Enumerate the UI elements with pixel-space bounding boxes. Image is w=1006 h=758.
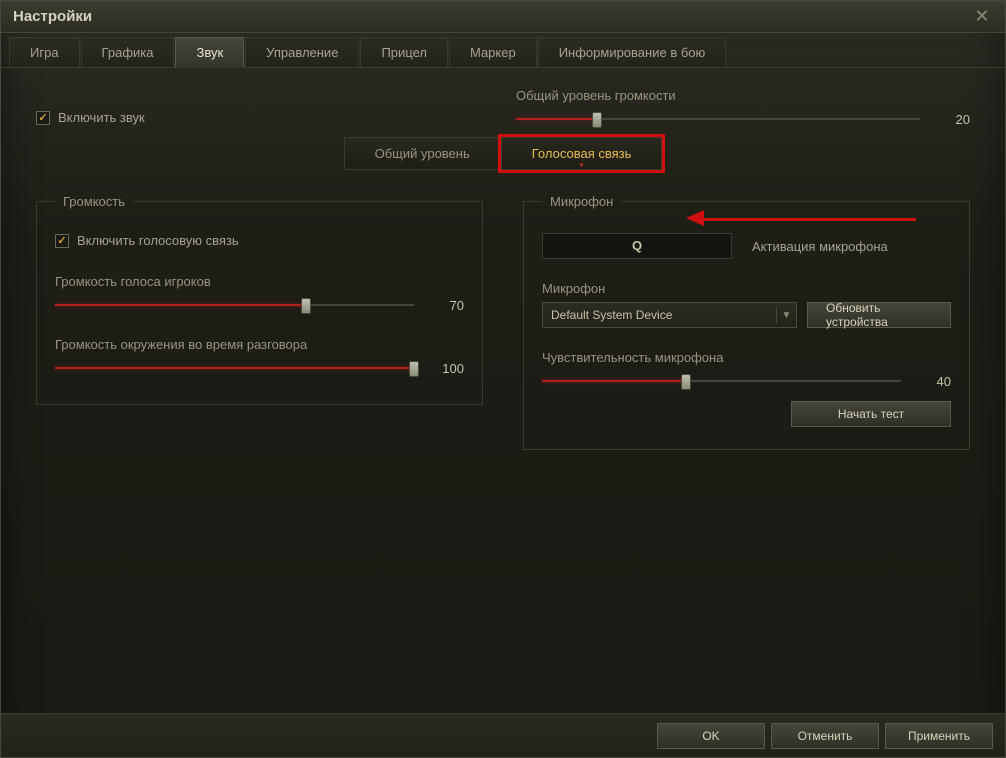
footer: OK Отменить Применить xyxy=(1,713,1005,757)
subtabs: Общий уровень Голосовая связь xyxy=(36,137,970,170)
tab-game[interactable]: Игра xyxy=(9,37,80,67)
cancel-button[interactable]: Отменить xyxy=(771,723,879,749)
mic-sensitivity-value: 40 xyxy=(901,374,951,389)
ok-button[interactable]: OK xyxy=(657,723,765,749)
volume-legend: Громкость xyxy=(55,194,133,209)
players-volume-value: 70 xyxy=(414,298,464,313)
close-icon[interactable]: ✕ xyxy=(971,6,993,28)
master-volume-label: Общий уровень громкости xyxy=(516,88,970,103)
mic-device-label: Микрофон xyxy=(542,281,951,296)
ambient-volume-slider[interactable] xyxy=(55,360,414,376)
start-test-button[interactable]: Начать тест xyxy=(791,401,951,427)
tab-controls[interactable]: Управление xyxy=(245,37,359,67)
mic-device-select[interactable]: Default System Device ▼ xyxy=(542,302,797,328)
master-volume-slider[interactable] xyxy=(516,111,920,127)
mic-sensitivity-label: Чувствительность микрофона xyxy=(542,350,951,365)
enable-voice-label: Включить голосовую связь xyxy=(77,233,239,248)
subtab-voice[interactable]: Голосовая связь xyxy=(501,137,663,170)
tab-battle-info[interactable]: Информирование в бою xyxy=(538,37,727,67)
mic-device-selected: Default System Device xyxy=(551,308,672,322)
mic-sensitivity-slider[interactable] xyxy=(542,373,901,389)
ambient-volume-label: Громкость окружения во время разговора xyxy=(55,337,464,352)
volume-fieldset: Громкость Включить голосовую связь Громк… xyxy=(36,194,483,405)
microphone-fieldset: Микрофон Q Активация микрофона Микрофон … xyxy=(523,194,970,450)
tab-graphics[interactable]: Графика xyxy=(81,37,175,67)
microphone-legend: Микрофон xyxy=(542,194,621,209)
tab-sound[interactable]: Звук xyxy=(175,37,244,68)
enable-sound-checkbox[interactable] xyxy=(36,111,50,125)
subtab-general[interactable]: Общий уровень xyxy=(344,137,501,170)
apply-button[interactable]: Применить xyxy=(885,723,993,749)
content-area: Включить звук Общий уровень громкости 20 xyxy=(1,68,1005,714)
enable-sound-label: Включить звук xyxy=(58,110,145,125)
ambient-volume-value: 100 xyxy=(414,361,464,376)
mic-activation-key[interactable]: Q xyxy=(542,233,732,259)
players-volume-slider[interactable] xyxy=(55,297,414,313)
tab-reticle[interactable]: Прицел xyxy=(360,37,448,67)
settings-window: Настройки ✕ Игра Графика Звук Управление… xyxy=(0,0,1006,758)
master-volume-value: 20 xyxy=(920,112,970,127)
refresh-devices-button[interactable]: Обновить устройства xyxy=(807,302,951,328)
tab-marker[interactable]: Маркер xyxy=(449,37,537,67)
titlebar: Настройки ✕ xyxy=(1,1,1005,33)
players-volume-label: Громкость голоса игроков xyxy=(55,274,464,289)
main-tabs: Игра Графика Звук Управление Прицел Марк… xyxy=(1,33,1005,68)
window-title: Настройки xyxy=(13,8,92,25)
enable-voice-checkbox[interactable] xyxy=(55,234,69,248)
chevron-down-icon: ▼ xyxy=(776,307,792,323)
mic-activation-label: Активация микрофона xyxy=(752,239,888,254)
